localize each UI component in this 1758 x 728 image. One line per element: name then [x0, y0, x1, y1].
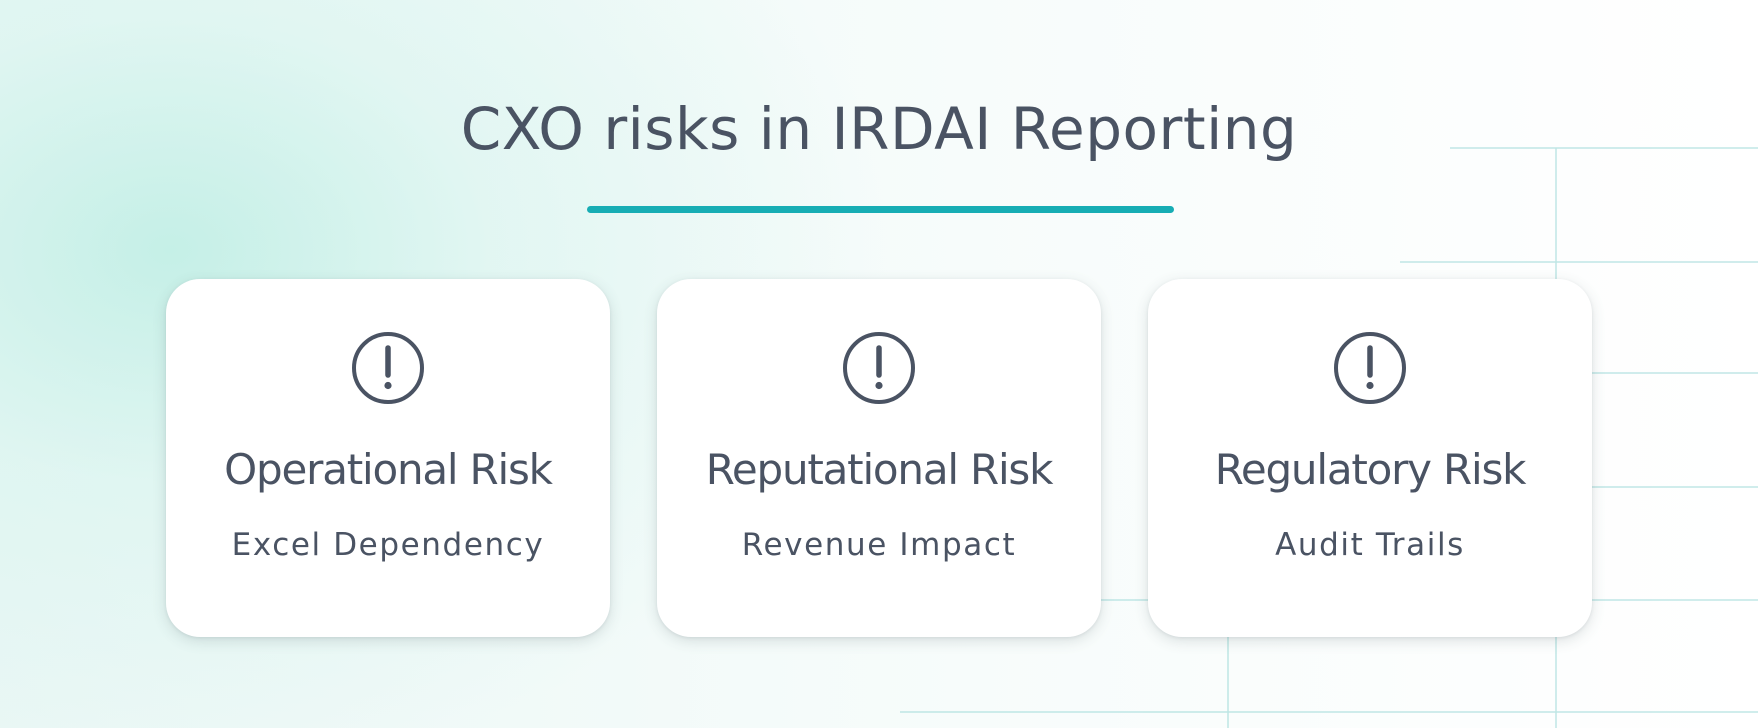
card-title: Reputational Risk	[705, 445, 1054, 494]
card-title: Operational Risk	[224, 445, 553, 494]
card-subtitle: Audit Trails	[1275, 527, 1465, 563]
infographic-canvas: CXO risks in IRDAI Reporting Operational…	[0, 0, 1758, 728]
card-subtitle: Excel Dependency	[231, 527, 545, 563]
risk-card-regulatory: Regulatory Risk Audit Trails	[1148, 279, 1592, 637]
title-underline	[587, 206, 1174, 213]
page-title: CXO risks in IRDAI Reporting	[460, 95, 1298, 163]
exclamation-circle-icon	[1334, 332, 1406, 404]
risk-card-operational: Operational Risk Excel Dependency	[166, 279, 610, 637]
risk-card-reputational: Reputational Risk Revenue Impact	[657, 279, 1101, 637]
exclamation-circle-icon	[843, 332, 915, 404]
exclamation-circle-icon	[352, 332, 424, 404]
card-subtitle: Revenue Impact	[741, 527, 1017, 563]
card-title: Regulatory Risk	[1214, 445, 1527, 494]
